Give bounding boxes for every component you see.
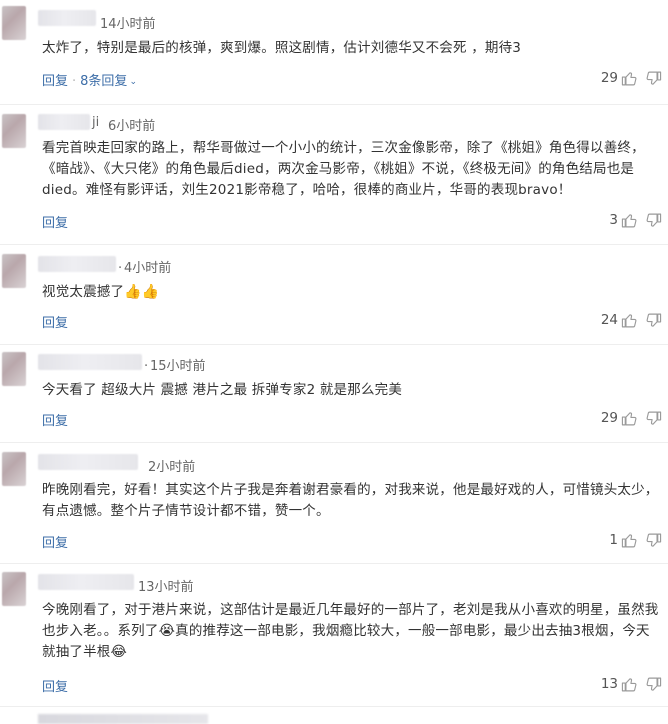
thumbs-down-icon[interactable] [644, 675, 662, 693]
divider [0, 244, 668, 245]
avatar[interactable] [2, 452, 26, 486]
comment-time: 13小时前 [138, 580, 194, 595]
chevron-down-icon: ⌄ [129, 77, 137, 87]
divider [0, 563, 668, 564]
reply-button[interactable]: 回复 [42, 216, 68, 231]
avatar[interactable] [2, 6, 26, 40]
divider [0, 706, 668, 707]
username-suffix[interactable]: . [144, 355, 148, 370]
comment-text: 视觉太震撼了👍👍 [42, 282, 660, 303]
thumbs-up-emoji: 👍👍 [124, 284, 160, 300]
comment-text: 太炸了，特别是最后的核弹，爽到爆。照这剧情，估计刘德华又不会死 ，期待3 [42, 40, 522, 56]
thumbs-up-icon[interactable] [620, 69, 638, 87]
comment-text: 今天看了 超级大片 震撼 港片之最 拆弹专家2 就是那么完美 [42, 382, 403, 398]
avatar[interactable] [2, 352, 26, 386]
reply-button[interactable]: 回复 [42, 680, 68, 695]
comment-text: 看完首映走回家的路上，帮华哥做过一个小小的统计，三次金像影帝，除了《桃姐》角色得… [42, 140, 645, 198]
username-blurred[interactable] [38, 454, 138, 470]
comment-text: 今晚刚看了，对于港片来说，这部估计是最近几年最好的一部片了，老刘是我从小喜欢的明… [42, 600, 660, 663]
reply-button[interactable]: 回复 [42, 414, 68, 429]
thumbs-up-icon[interactable] [620, 675, 638, 693]
reply-row: 回复 [42, 532, 68, 551]
like-count: 1 [609, 532, 618, 548]
reply-row: 回复 [42, 312, 68, 331]
crying-emoji: 😭 [158, 623, 176, 639]
comment-time: 4小时前 [124, 261, 172, 276]
thumbs-down-icon[interactable] [644, 409, 662, 427]
reply-row: 回复 [42, 410, 68, 429]
reply-button[interactable]: 回复 [42, 74, 68, 89]
reply-row: 回复 [42, 676, 68, 695]
like-count: 29 [600, 70, 618, 86]
more-replies-label: 8条回复 [80, 74, 128, 89]
username-suffix[interactable]: ji [92, 115, 99, 130]
username-suffix[interactable]: . [118, 257, 122, 272]
reply-button[interactable]: 回复 [42, 536, 68, 551]
thumbs-up-icon[interactable] [620, 409, 638, 427]
reply-button[interactable]: 回复 [42, 316, 68, 331]
thumbs-up-icon[interactable] [620, 311, 638, 329]
divider [0, 344, 668, 345]
thumbs-down-icon[interactable] [644, 211, 662, 229]
like-count: 29 [600, 410, 618, 426]
username-blurred[interactable] [38, 114, 90, 130]
comment-time: 15小时前 [150, 359, 206, 374]
more-replies-button[interactable]: 8条回复 ⌄ [80, 74, 137, 89]
thumbs-up-icon[interactable] [620, 531, 638, 549]
avatar[interactable] [2, 254, 26, 288]
next-comment-blurred [38, 714, 208, 724]
avatar[interactable] [2, 114, 26, 148]
thumbs-down-icon[interactable] [644, 531, 662, 549]
laughing-emoji: 😂 [110, 644, 128, 660]
comment-time: 14小时前 [100, 17, 156, 32]
avatar[interactable] [2, 572, 26, 606]
comment-time: 2小时前 [148, 460, 196, 475]
comment-time: 6小时前 [108, 119, 156, 134]
divider [0, 104, 668, 105]
thumbs-down-icon[interactable] [644, 311, 662, 329]
username-blurred[interactable] [38, 256, 116, 272]
thumbs-down-icon[interactable] [644, 69, 662, 87]
like-count: 13 [600, 676, 618, 692]
comment-text-body: 视觉太震撼了 [42, 284, 125, 300]
reply-row: 回复 · 8条回复 ⌄ [42, 70, 137, 89]
divider [0, 442, 668, 443]
separator: · [72, 74, 77, 89]
username-blurred[interactable] [38, 574, 134, 590]
reply-row: 回复 [42, 212, 68, 231]
comment-text: 昨晚刚看完，好看！其实这个片子我是奔着谢君豪看的，对我来说，他是最好戏的人，可惜… [42, 482, 659, 519]
username-blurred[interactable] [38, 10, 96, 26]
username-blurred[interactable] [38, 354, 142, 370]
thumbs-up-icon[interactable] [620, 211, 638, 229]
like-count: 24 [600, 312, 618, 328]
like-count: 3 [609, 212, 618, 228]
